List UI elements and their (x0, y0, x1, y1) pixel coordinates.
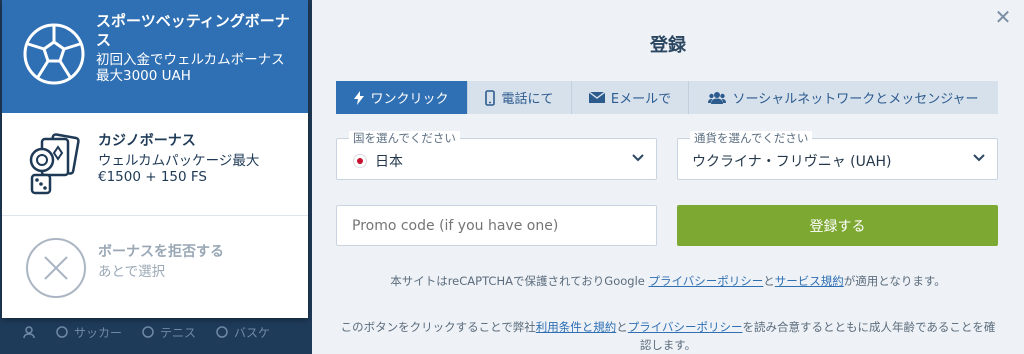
envelope-icon (588, 92, 605, 103)
casino-chips-cards-dice-icon (29, 133, 80, 195)
tab-one-click[interactable]: ワンクリック (336, 81, 468, 114)
privacy-policy-link[interactable]: プライバシーポリシー (649, 274, 764, 288)
bg-nav-item-soccer: サッカー (56, 324, 122, 341)
currency-select-label: 通貨を選んでください (690, 131, 813, 145)
currency-select-value: ウクライナ・フリヴニャ (UAH) (692, 154, 892, 170)
country-select[interactable]: 国を選んでください 日本 (336, 131, 657, 180)
chevron-down-icon (973, 154, 985, 162)
bonus-option-decline[interactable]: ボーナスを拒否する あとで選択 (2, 216, 308, 318)
bonus-option-casino[interactable]: カジノボーナス ウェルカムパッケージ最大 €1500 + 150 FS (2, 113, 308, 216)
agreement-notice: このボタンをクリックすることで弊社利用条件と規約とプライバシーポリシーを読み合意… (340, 320, 996, 352)
tennis-icon (142, 326, 154, 338)
bonus-decline-desc: あとで選択 (98, 263, 166, 280)
decline-x-icon (26, 238, 86, 298)
promo-code-input[interactable] (336, 205, 657, 246)
terms-of-service-link[interactable]: サービス規約 (775, 274, 844, 288)
bonus-sports-desc: 初回入金でウェルカムボーナス最大3000 UAH (96, 51, 285, 85)
modal-title: 登録 (650, 35, 686, 56)
country-select-value: 日本 (375, 154, 403, 170)
tab-email[interactable]: Eメールで (572, 81, 689, 114)
bonus-selection-panel: スポーツベッティングボーナス 初回入金でウェルカムボーナス最大3000 UAH … (2, 0, 308, 318)
bg-nav-item-tennis: テニス (142, 324, 196, 341)
recaptcha-notice: 本サイトはreCAPTCHAで保護されておりGoogle プライバシーポリシーと… (390, 274, 946, 288)
terms-and-conditions-link[interactable]: 利用条件と規約 (536, 320, 617, 334)
basketball-icon (216, 326, 228, 338)
bg-nav-item-basketball: バスケ (216, 324, 270, 341)
registration-modal: ✕ 登録 ワンクリック 電話にて Eメールで ソーシャルネットワークとメッセンジ… (312, 0, 1024, 354)
register-button[interactable]: 登録する (677, 205, 998, 246)
chevron-down-icon (632, 154, 644, 162)
phone-icon (485, 89, 496, 106)
tab-social[interactable]: ソーシャルネットワークとメッセンジャー (689, 81, 998, 114)
bonus-sports-title: スポーツベッティングボーナス (96, 12, 290, 49)
bonus-casino-title: カジノボーナス (98, 133, 196, 149)
country-select-label: 国を選んでください (349, 131, 460, 145)
close-icon[interactable]: ✕ (994, 7, 1012, 27)
bonus-decline-title: ボーナスを拒否する (98, 244, 224, 260)
soccer-icon (56, 326, 68, 338)
agreement-privacy-policy-link[interactable]: プライバシーポリシー (628, 320, 743, 334)
japan-flag-icon (353, 154, 367, 168)
user-icon (23, 326, 35, 339)
lightning-icon (354, 90, 365, 105)
tab-phone[interactable]: 電話にて (468, 81, 572, 114)
users-icon (708, 92, 727, 104)
currency-select[interactable]: 通貨を選んでください ウクライナ・フリヴニャ (UAH) (677, 131, 998, 180)
soccer-ball-icon (23, 23, 85, 85)
registration-method-tabs: ワンクリック 電話にて Eメールで ソーシャルネットワークとメッセンジャー (336, 81, 998, 114)
bonus-option-sports[interactable]: スポーツベッティングボーナス 初回入金でウェルカムボーナス最大3000 UAH (2, 0, 308, 113)
bonus-casino-desc: ウェルカムパッケージ最大 €1500 + 150 FS (98, 152, 260, 186)
bg-nav-item-account (22, 325, 36, 339)
